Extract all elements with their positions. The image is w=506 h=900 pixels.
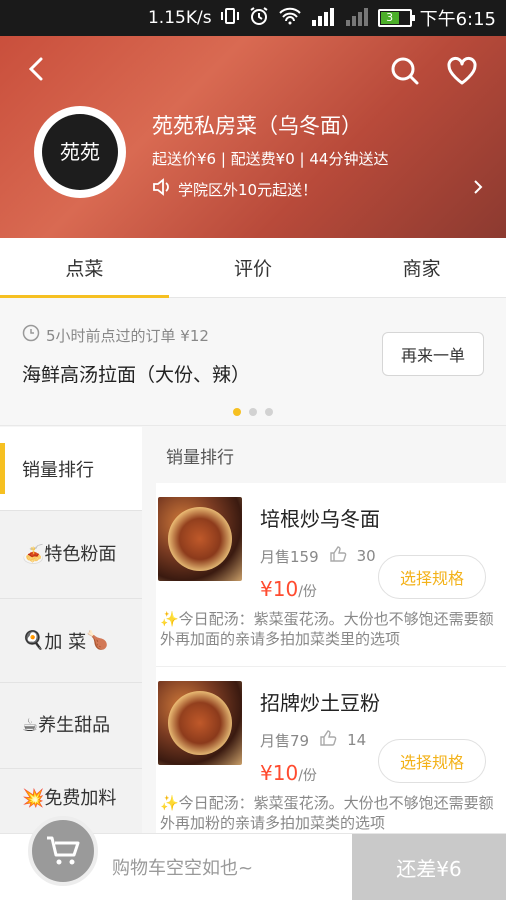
dish-note: ✨今日配汤：紫菜蛋花汤。大份也不够饱还需要额外再加面的亲请多拍加菜类里的选项 bbox=[160, 610, 494, 648]
battery-icon: 3 bbox=[377, 9, 415, 27]
heart-icon[interactable] bbox=[446, 56, 478, 86]
carousel-dots bbox=[0, 408, 506, 416]
shop-delivery-info: 起送价¥6 | 配送费¥0 | 44分钟送达 bbox=[152, 150, 389, 168]
recent-order-card: 5小时前点过的订单 ¥12 海鲜高汤拉面（大份、辣） 再来一单 bbox=[0, 298, 506, 426]
battery-level: 3 bbox=[380, 12, 399, 24]
like-count: 30 bbox=[356, 547, 376, 565]
dish-price: ¥10/份 bbox=[260, 761, 317, 785]
shop-logo-text: 苑苑 bbox=[42, 114, 118, 190]
dish-note: ✨今日配汤：紫菜蛋花汤。大份也不够饱还需要额外再加粉的亲请多拍加菜类的选项 bbox=[160, 794, 494, 832]
cart-bar: 购物车空空如也~ 还差¥6 bbox=[0, 816, 506, 900]
dish-name: 培根炒乌冬面 bbox=[260, 507, 380, 531]
category-special-noodles[interactable]: 🍝特色粉面 bbox=[0, 511, 142, 599]
coffee-icon: ☕ bbox=[22, 714, 39, 736]
menu-section-title: 销量排行 bbox=[156, 427, 506, 483]
dish-sales: 月售79 14 bbox=[260, 729, 366, 751]
wifi-icon bbox=[278, 7, 302, 30]
category-sales-ranking[interactable]: 销量排行 bbox=[0, 427, 142, 511]
shop-notice[interactable]: 学院区外10元起送！ bbox=[152, 178, 317, 200]
carousel-dot[interactable] bbox=[249, 408, 257, 416]
noodle-icon: 🍝 bbox=[22, 543, 45, 565]
category-label: 特色粉面 bbox=[44, 543, 117, 565]
tab-merchant[interactable]: 商家 bbox=[337, 238, 506, 297]
shop-notice-text: 学院区外10元起送！ bbox=[178, 180, 318, 199]
select-spec-button[interactable]: 选择规格 bbox=[378, 739, 486, 783]
dish-photo[interactable] bbox=[158, 681, 242, 765]
category-label: 免费加料 bbox=[44, 788, 117, 809]
recent-order-dish: 海鲜高汤拉面（大份、辣） bbox=[22, 364, 251, 386]
list-item[interactable]: 招牌炒土豆粉 月售79 14 ¥10/份 选择规格 ✨今日配汤：紫菜蛋花汤。大份… bbox=[156, 667, 506, 833]
like-count: 14 bbox=[347, 731, 367, 749]
category-label: 养生甜品 bbox=[38, 714, 111, 736]
vibrate-icon bbox=[220, 7, 240, 30]
shop-logo: 苑苑 bbox=[34, 106, 126, 198]
monthly-sales: 月售159 bbox=[260, 547, 319, 566]
price-unit: /份 bbox=[298, 584, 317, 600]
price-value: ¥10 bbox=[260, 761, 299, 785]
cart-icon[interactable] bbox=[28, 816, 98, 886]
category-add-dishes[interactable]: 🍳 加 菜 🍗 bbox=[0, 599, 142, 683]
burst-icon: 💥 bbox=[22, 788, 45, 809]
speaker-icon bbox=[152, 178, 172, 200]
checkout-button[interactable]: 还差¥6 bbox=[352, 834, 506, 900]
shop-name: 苑苑私房菜（乌冬面） bbox=[152, 114, 362, 138]
net-speed: 1.15K/s bbox=[147, 8, 212, 28]
dish-price: ¥10/份 bbox=[260, 577, 317, 601]
price-unit: /份 bbox=[298, 768, 317, 784]
chevron-left-icon[interactable] bbox=[22, 54, 52, 84]
category-label: 加 菜 bbox=[44, 631, 87, 653]
alarm-icon bbox=[248, 6, 270, 31]
dish-photo[interactable] bbox=[158, 497, 242, 581]
tab-order[interactable]: 点菜 bbox=[0, 238, 169, 298]
recent-order-meta: 5小时前点过的订单 ¥12 bbox=[22, 324, 209, 346]
price-value: ¥10 bbox=[260, 577, 299, 601]
search-icon[interactable] bbox=[390, 56, 420, 86]
list-item[interactable]: 培根炒乌冬面 月售159 30 ¥10/份 选择规格 ✨今日配汤：紫菜蛋花汤。大… bbox=[156, 483, 506, 667]
category-sidebar: 销量排行 🍝特色粉面 🍳 加 菜 🍗 ☕养生甜品 💥免费加料 bbox=[0, 427, 142, 833]
select-spec-button[interactable]: 选择规格 bbox=[378, 555, 486, 599]
pan-icon: 🍳 bbox=[22, 630, 45, 651]
tab-bar: 点菜 评价 商家 bbox=[0, 238, 506, 298]
reorder-button[interactable]: 再来一单 bbox=[382, 332, 484, 376]
chevron-right-icon[interactable] bbox=[472, 178, 484, 201]
dish-sales: 月售159 30 bbox=[260, 545, 376, 567]
carousel-dot[interactable] bbox=[265, 408, 273, 416]
clock: 下午6:15 bbox=[419, 9, 496, 30]
monthly-sales: 月售79 bbox=[260, 731, 310, 750]
status-bar: 1.15K/s 3 下午6:15 bbox=[0, 0, 506, 36]
thumbs-up-icon bbox=[319, 729, 337, 751]
clock-icon bbox=[22, 324, 40, 346]
tab-reviews[interactable]: 评价 bbox=[169, 238, 338, 297]
category-health-desserts[interactable]: ☕养生甜品 bbox=[0, 683, 142, 769]
signal-2-icon bbox=[344, 6, 370, 31]
category-label: 销量排行 bbox=[22, 459, 94, 481]
dish-name: 招牌炒土豆粉 bbox=[260, 691, 380, 715]
drumstick-icon: 🍗 bbox=[86, 630, 109, 651]
cart-empty-text: 购物车空空如也~ bbox=[112, 858, 254, 879]
carousel-dot[interactable] bbox=[233, 408, 241, 416]
recent-order-meta-text: 5小时前点过的订单 ¥12 bbox=[46, 326, 209, 345]
signal-icon bbox=[310, 6, 336, 31]
thumbs-up-icon bbox=[329, 545, 347, 567]
shop-header: 苑苑 苑苑私房菜（乌冬面） 起送价¥6 | 配送费¥0 | 44分钟送达 学院区… bbox=[0, 36, 506, 238]
menu-list: 销量排行 培根炒乌冬面 月售159 30 ¥10/份 选择规格 ✨今日配汤：紫菜… bbox=[156, 427, 506, 833]
